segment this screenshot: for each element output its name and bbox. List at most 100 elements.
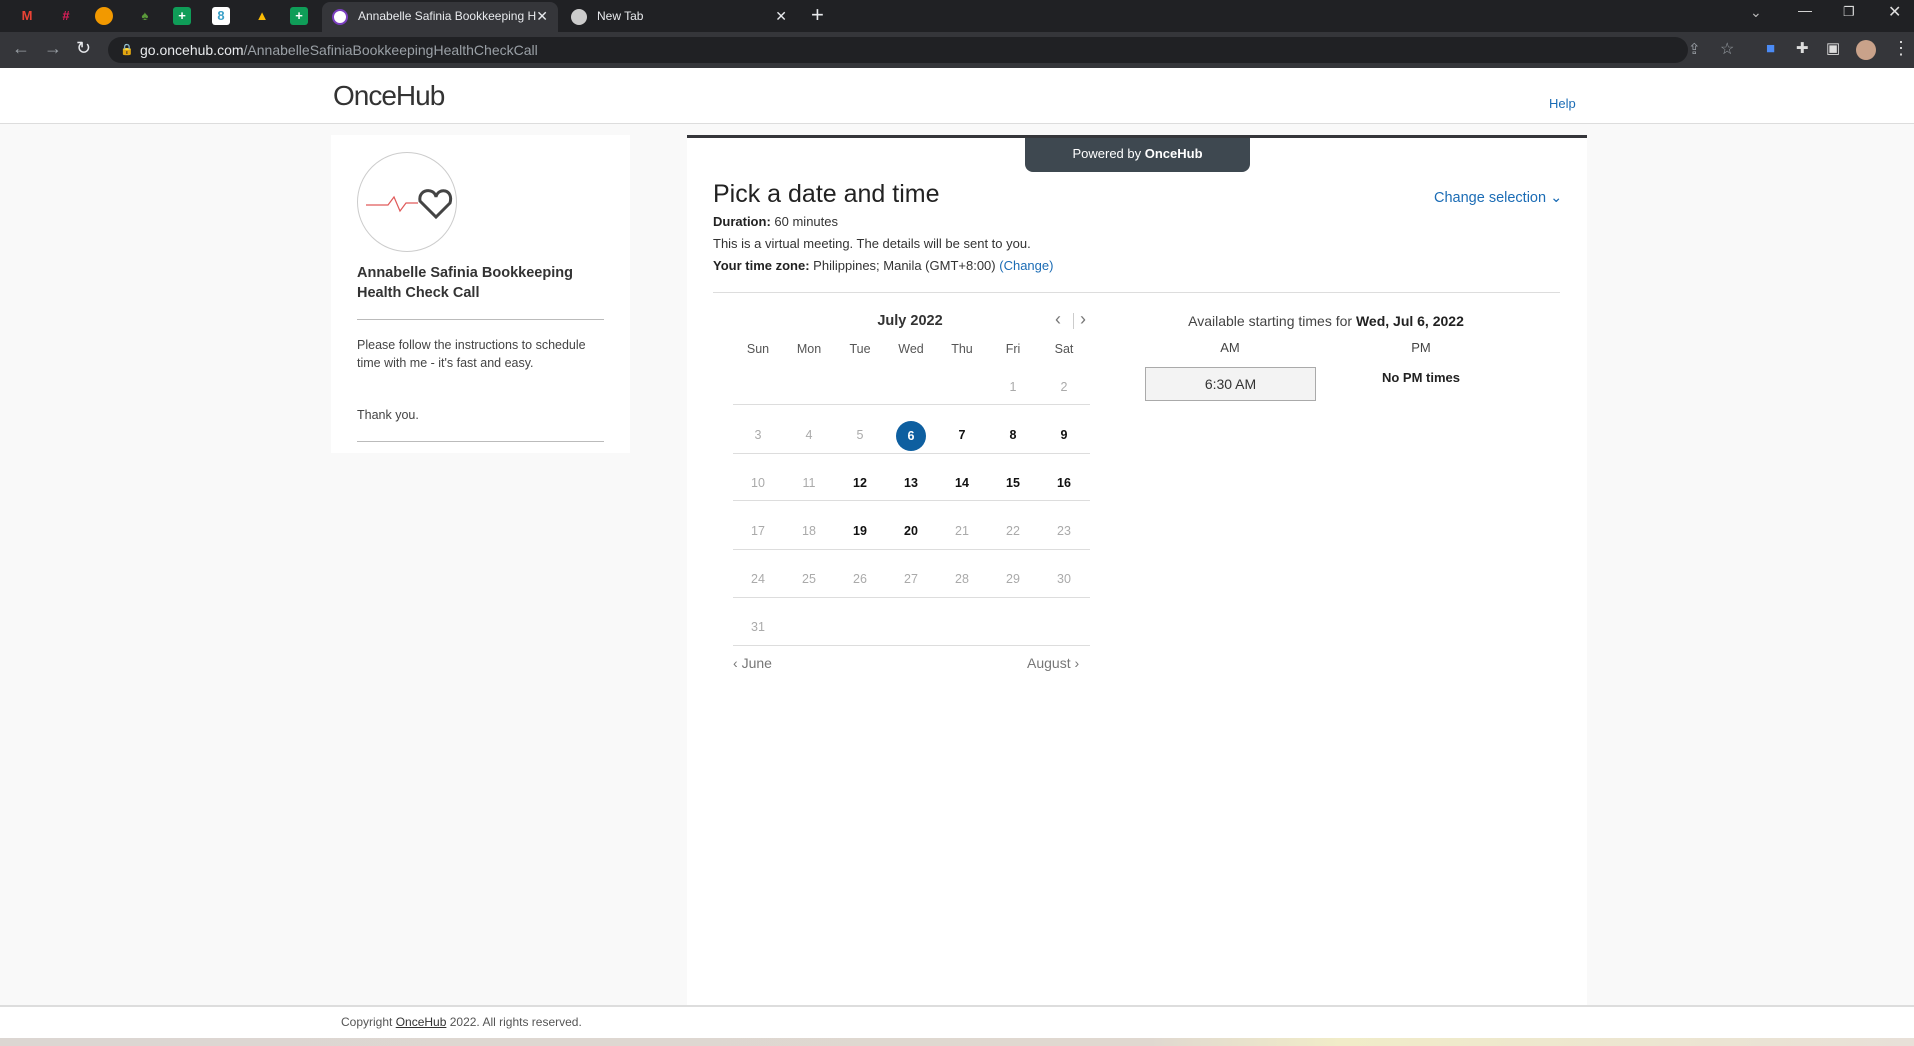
help-link[interactable]: Help: [1549, 96, 1576, 111]
change-selection-button[interactable]: Change selection ⌄: [1434, 190, 1562, 206]
change-timezone-link[interactable]: (Change): [999, 258, 1053, 273]
weekday-header: Thu: [951, 342, 973, 356]
powered-by-badge: Powered by OnceHub: [1025, 138, 1250, 172]
calendar-day[interactable]: 14: [937, 476, 987, 490]
calendar-day: 24: [751, 572, 765, 586]
change-selection-label: Change selection: [1434, 190, 1547, 206]
duration-line: Duration: 60 minutes: [713, 214, 838, 229]
weekday-header: Mon: [796, 342, 822, 356]
no-pm-times-text: No PM times: [1381, 370, 1460, 385]
calendar-day: 28: [955, 572, 969, 586]
previous-month-label: June: [741, 655, 772, 671]
extension-icon[interactable]: ■: [1766, 40, 1775, 57]
url-input[interactable]: 🔒 go.oncehub.com/AnnabelleSafiniaBookkee…: [108, 37, 1688, 63]
available-label: Available starting times for: [1188, 313, 1356, 329]
calendar-day: 1: [1009, 380, 1017, 394]
oncehub-logo[interactable]: OnceHub: [333, 80, 445, 112]
app-pinned-tab[interactable]: [95, 7, 113, 25]
copyright-text: Copyright OnceHub 2022. All rights reser…: [341, 1015, 582, 1029]
close-window-button[interactable]: ✕: [1888, 2, 1901, 22]
back-icon[interactable]: ←: [12, 38, 30, 59]
site-header: [0, 68, 1914, 124]
calendar-day: 17: [751, 524, 765, 538]
calendar-day: 10: [751, 476, 765, 490]
week-divider: [733, 645, 1090, 646]
close-tab-icon[interactable]: ✕: [775, 2, 787, 30]
calendar-day: 31: [751, 620, 765, 634]
calendar-day[interactable]: 13: [886, 476, 936, 490]
calendar-day[interactable]: 15: [988, 476, 1038, 490]
tab-new-tab[interactable]: New Tab ✕: [561, 2, 797, 32]
page-title: Pick a date and time: [713, 180, 940, 208]
share-icon[interactable]: ⇪: [1688, 40, 1701, 58]
url-path: /AnnabelleSafiniaBookkeepingHealthCheckC…: [243, 42, 538, 58]
time-slot-button[interactable]: 6:30 AM: [1145, 367, 1316, 401]
calendar-day: 11: [802, 476, 816, 490]
drive-pinned-tab[interactable]: ▲: [251, 5, 273, 27]
maps-pinned-tab[interactable]: ♠: [134, 5, 156, 27]
event-title: Annabelle Safinia Bookkeeping Health Che…: [357, 265, 573, 301]
heartbeat-logo-icon: [366, 189, 453, 220]
calendar-day[interactable]: 8: [988, 428, 1038, 442]
new-tab-button[interactable]: +: [811, 2, 824, 28]
menu-icon[interactable]: ⋮: [1892, 38, 1910, 59]
oncehub-favicon-icon: [332, 9, 348, 25]
profile-avatar[interactable]: [1856, 40, 1876, 60]
calendar-day[interactable]: 12: [835, 476, 885, 490]
instructions-text: Please follow the instructions to schedu…: [357, 338, 586, 370]
restore-button[interactable]: ❐: [1843, 4, 1855, 20]
calendar-day[interactable]: 16: [1039, 476, 1089, 490]
calendar-day: 23: [1057, 524, 1071, 538]
week-divider: [733, 404, 1090, 405]
host-avatar: [357, 152, 457, 252]
calendar-day: 3: [754, 428, 762, 442]
close-tab-icon[interactable]: ✕: [536, 2, 548, 30]
thanks-text: Thank you.: [357, 408, 419, 422]
tab-title: Annabelle Safinia Bookkeeping H: [358, 9, 537, 23]
oncehub-footer-link[interactable]: OnceHub: [396, 1015, 447, 1029]
calendar-day: 30: [1057, 572, 1071, 586]
available-times-heading: Available starting times for Wed, Jul 6,…: [1130, 313, 1522, 329]
bookmark-star-icon[interactable]: ☆: [1720, 39, 1734, 59]
next-month-arrow-icon[interactable]: ›: [1080, 309, 1086, 330]
footer: [0, 1005, 1914, 1038]
lock-icon: 🔒: [120, 44, 134, 56]
powered-prefix: Powered by: [1072, 146, 1145, 161]
previous-month-link[interactable]: ‹ June: [733, 655, 772, 671]
side-panel-icon[interactable]: ▣: [1826, 39, 1840, 57]
tab-oncehub[interactable]: Annabelle Safinia Bookkeeping H ✕: [322, 2, 558, 32]
taskbar: [0, 1038, 1914, 1046]
minimize-button[interactable]: —: [1798, 2, 1812, 18]
app2-pinned-tab[interactable]: 8: [212, 7, 230, 25]
chevron-right-icon: ›: [1074, 655, 1080, 671]
weekday-header: Tue: [849, 342, 871, 356]
slack-pinned-tab[interactable]: #: [55, 5, 77, 27]
timezone-value: Philippines; Manila (GMT+8:00): [813, 258, 996, 273]
reload-icon[interactable]: ↻: [76, 38, 91, 59]
forward-icon[interactable]: →: [44, 38, 62, 59]
calendar-day: 29: [1006, 572, 1020, 586]
previous-month-arrow-icon[interactable]: ‹: [1055, 309, 1061, 330]
calendar-day[interactable]: 19: [835, 524, 885, 538]
divider: [357, 441, 604, 442]
week-divider: [733, 453, 1090, 454]
calendar-day: 2: [1060, 380, 1068, 394]
divider: [357, 319, 604, 320]
next-month-link[interactable]: August ›: [1027, 655, 1079, 671]
chevron-left-icon: ‹: [733, 655, 738, 671]
sheets2-pinned-tab[interactable]: +: [290, 7, 308, 25]
calendar-day[interactable]: 20: [886, 524, 936, 538]
calendar-day[interactable]: 9: [1039, 428, 1089, 442]
selected-day[interactable]: 6: [896, 421, 926, 451]
gmail-pinned-tab[interactable]: M: [16, 5, 38, 27]
calendar-day[interactable]: 7: [937, 428, 987, 442]
calendar-day: 21: [955, 524, 969, 538]
timezone-label: Your time zone:: [713, 258, 810, 273]
weekday-header: Sat: [1054, 342, 1074, 356]
url-host: go.oncehub.com: [140, 42, 244, 58]
week-divider: [733, 549, 1090, 550]
tab-search-icon[interactable]: ⌄: [1750, 4, 1762, 21]
extensions-puzzle-icon[interactable]: ✚: [1796, 39, 1809, 57]
week-divider: [733, 500, 1090, 501]
sheets-pinned-tab[interactable]: +: [173, 7, 191, 25]
